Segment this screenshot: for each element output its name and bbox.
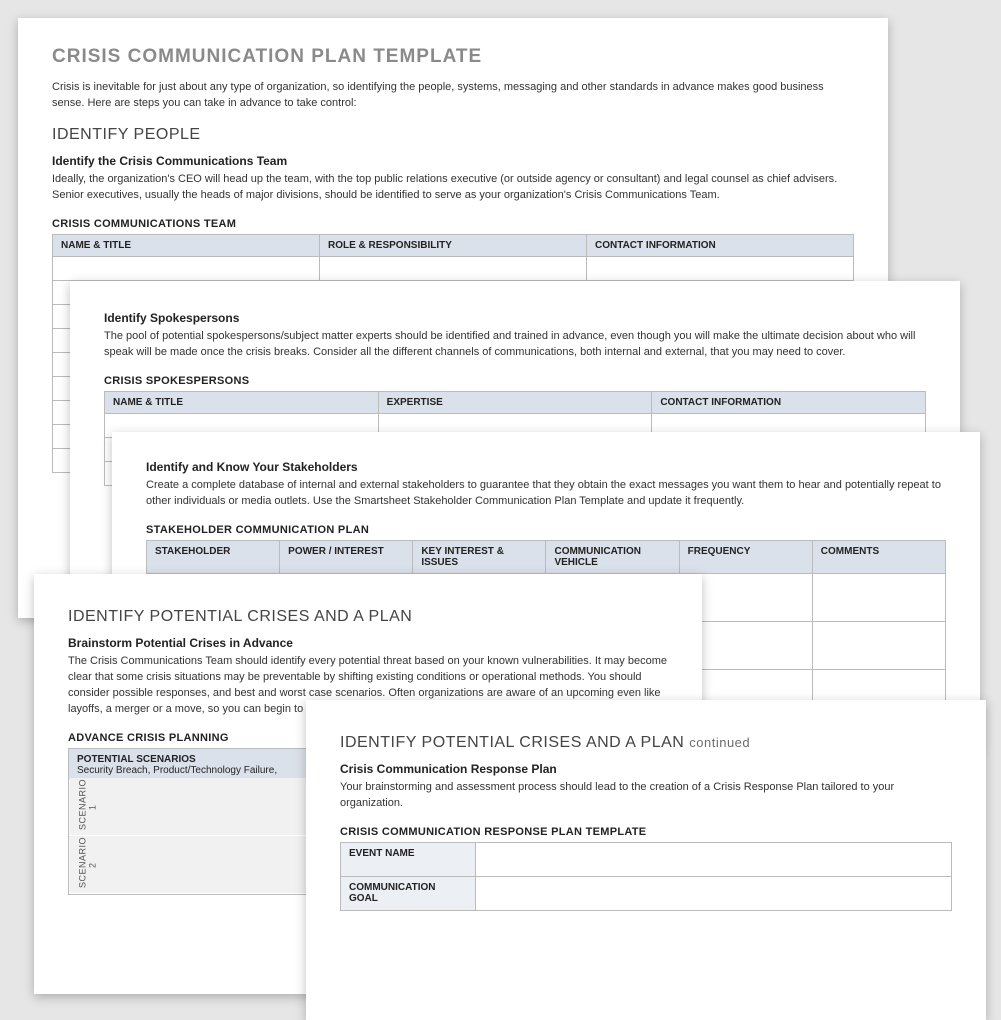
subheading-response-plan: Crisis Communication Response Plan	[340, 762, 952, 776]
col-comm-vehicle: COMMUNICATION VEHICLE	[546, 540, 679, 573]
section-identify-people: IDENTIFY PEOPLE	[52, 126, 854, 144]
heading-text: IDENTIFY POTENTIAL CRISES AND A PLAN	[340, 734, 684, 751]
col-name-title: NAME & TITLE	[105, 391, 379, 413]
col-potential-scenarios: POTENTIAL SCENARIOS	[77, 754, 196, 765]
col-contact: CONTACT INFORMATION	[652, 391, 926, 413]
subheading-brainstorm: Brainstorm Potential Crises in Advance	[68, 636, 668, 650]
col-key-interest: KEY INTEREST & ISSUES	[413, 540, 546, 573]
col-role: ROLE & RESPONSIBILITY	[320, 234, 587, 256]
page-5: IDENTIFY POTENTIAL CRISES AND A PLAN con…	[306, 700, 986, 1020]
subheading-stakeholders: Identify and Know Your Stakeholders	[146, 460, 946, 474]
doc-title: CRISIS COMMUNICATION PLAN TEMPLATE	[52, 46, 854, 68]
spokespersons-body: The pool of potential spokespersons/subj…	[104, 329, 926, 361]
col-expertise: EXPERTISE	[378, 391, 652, 413]
col-stakeholder: STAKEHOLDER	[147, 540, 280, 573]
table-title-stakeholders: STAKEHOLDER COMMUNICATION PLAN	[146, 524, 946, 536]
subheading-team: Identify the Crisis Communications Team	[52, 154, 854, 168]
row-event-name: EVENT NAME	[341, 842, 476, 876]
scenarios-subtext: Security Breach, Product/Technology Fail…	[77, 765, 277, 776]
stakeholders-body: Create a complete database of internal a…	[146, 478, 946, 510]
section-identify-crises-cont: IDENTIFY POTENTIAL CRISES AND A PLAN con…	[340, 734, 952, 752]
col-name-title: NAME & TITLE	[53, 234, 320, 256]
table-row: EVENT NAME	[341, 842, 952, 876]
intro-text: Crisis is inevitable for just about any …	[52, 80, 854, 112]
col-contact: CONTACT INFORMATION	[587, 234, 854, 256]
team-body: Ideally, the organization's CEO will hea…	[52, 172, 854, 204]
table-title-spokespersons: CRISIS SPOKESPERSONS	[104, 375, 926, 387]
subheading-spokespersons: Identify Spokespersons	[104, 311, 926, 325]
section-identify-crises: IDENTIFY POTENTIAL CRISES AND A PLAN	[68, 608, 668, 626]
table-title-team: CRISIS COMMUNICATIONS TEAM	[52, 218, 854, 230]
table-row: COMMUNICATION GOAL	[341, 876, 952, 910]
table-title-response-plan: CRISIS COMMUNICATION RESPONSE PLAN TEMPL…	[340, 826, 952, 838]
continued-label: continued	[689, 735, 750, 750]
response-plan-table: EVENT NAME COMMUNICATION GOAL	[340, 842, 952, 911]
response-plan-body: Your brainstorming and assessment proces…	[340, 780, 952, 812]
col-frequency: FREQUENCY	[679, 540, 812, 573]
col-power-interest: POWER / INTEREST	[280, 540, 413, 573]
row-communication-goal: COMMUNICATION GOAL	[341, 876, 476, 910]
col-comments: COMMENTS	[812, 540, 945, 573]
table-row	[53, 256, 854, 280]
